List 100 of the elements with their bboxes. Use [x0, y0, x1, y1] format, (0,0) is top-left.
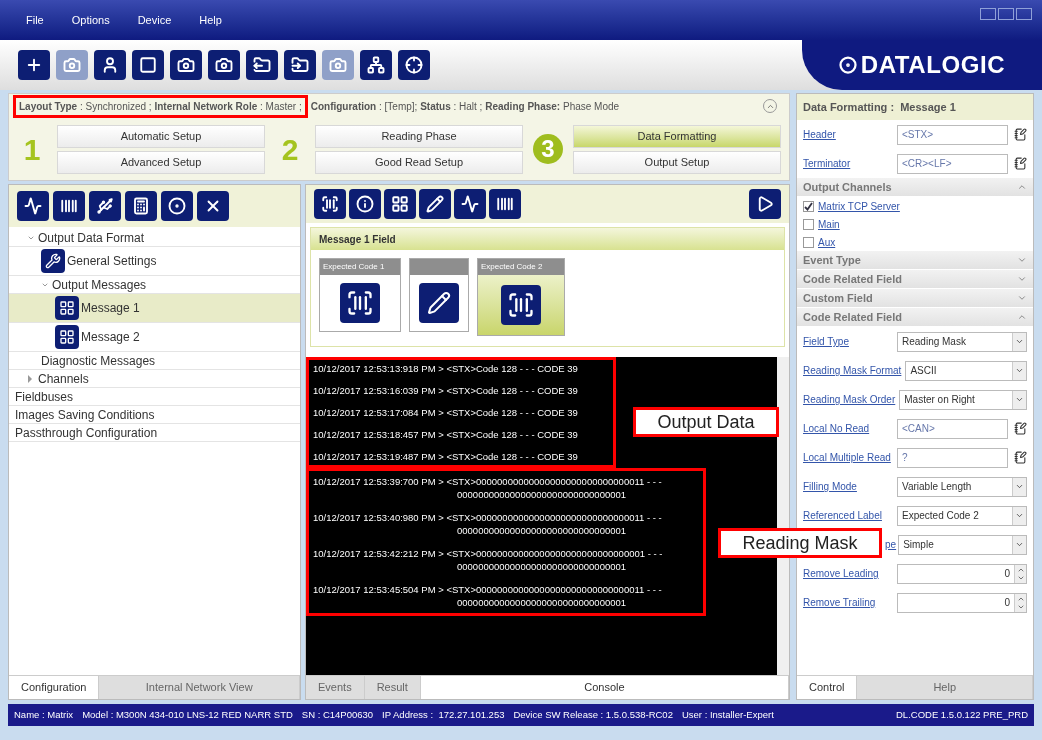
input-field[interactable]: <CR><LF> [897, 153, 1008, 174]
step-number: 3 [533, 134, 563, 164]
info-icon[interactable] [349, 189, 381, 219]
logo-text: DATALOGIC [860, 50, 1006, 80]
tree-label: Output Data Format [38, 229, 145, 247]
pen-icon[interactable] [419, 189, 451, 219]
plug-icon[interactable] [89, 191, 121, 221]
checkbox-label-link[interactable]: Matrix TCP Server [818, 198, 900, 214]
step-button[interactable]: Advanced Setup [57, 150, 265, 174]
camera-icon[interactable] [170, 50, 202, 80]
number-field[interactable]: 0 [897, 563, 1027, 584]
section-header[interactable]: Code Related Field [797, 270, 1033, 289]
folder-icon[interactable] [284, 50, 316, 80]
grid-icon[interactable] [384, 189, 416, 219]
barcode-icon[interactable] [489, 189, 521, 219]
dropdown-field[interactable]: Variable Length [897, 476, 1027, 497]
tree-label: Channels [38, 370, 89, 388]
tree-item[interactable]: Message 2 [9, 323, 300, 352]
step-button[interactable]: Automatic Setup [57, 124, 265, 148]
step-button[interactable]: Good Read Setup [315, 150, 523, 174]
input-field[interactable]: <CAN> [897, 418, 1008, 439]
spinner-arrows-icon[interactable] [1014, 564, 1026, 583]
waveform-icon[interactable] [454, 189, 486, 219]
camera-icon[interactable] [208, 50, 240, 80]
property-label-link[interactable]: Filling Mode [803, 479, 895, 494]
folder-icon[interactable] [246, 50, 278, 80]
menu-item[interactable]: Device [137, 11, 172, 29]
property-label-link[interactable]: Referenced Label [803, 508, 895, 523]
menu-item[interactable]: File [26, 11, 44, 29]
checkbox[interactable] [803, 218, 814, 230]
status-info-text: Layout Type : Synchronized ; Internal Network Role : Master ; [19, 100, 302, 112]
number-field[interactable]: 0 [897, 592, 1027, 613]
dropdown-field[interactable]: Reading Mask [897, 331, 1027, 352]
crosshair-icon[interactable] [398, 50, 430, 80]
barcode-icon [501, 285, 541, 325]
window-icon[interactable] [132, 50, 164, 80]
property-label-link[interactable]: Remove Leading [803, 566, 895, 581]
property-label-link[interactable]: Header [803, 127, 895, 142]
user-icon[interactable] [94, 50, 126, 80]
input-field[interactable]: <STX> [897, 124, 1008, 145]
barcode-icon[interactable] [314, 189, 346, 219]
tab[interactable]: Events [306, 676, 365, 699]
section-header[interactable]: Custom Field [797, 289, 1033, 308]
tab[interactable]: Result [364, 676, 421, 699]
tree-item[interactable]: Message 1 [9, 294, 300, 323]
collapsed-arrow-icon[interactable] [27, 374, 35, 383]
barcode-icon[interactable] [53, 191, 85, 221]
card-label: Expected Code 2 [481, 261, 543, 273]
notepad-icon[interactable] [1014, 157, 1027, 170]
console-line: 10/12/2017 12:53:13:918 PM > <STX>Code 128 - - - CODE 39 [312, 362, 579, 375]
barcode-icon [340, 283, 380, 323]
section-header[interactable]: Output Channels [797, 178, 1033, 197]
tab[interactable]: Help [857, 676, 1033, 699]
checkbox-label-link[interactable]: Aux [818, 234, 836, 250]
dropdown-field[interactable]: Master on Right [899, 389, 1027, 410]
step-button[interactable]: Reading Phase [315, 124, 523, 148]
status-text: Name : Matrix [14, 707, 74, 722]
console-line: 10/12/2017 12:53:39:700 PM > <STX>00000000000000000000000000000011 - - - 00000000000000000000000000000001 [312, 475, 663, 501]
checkbox[interactable] [803, 200, 814, 212]
status-text: DL.CODE 1.5.0.122 PRE_PRD [896, 707, 1028, 722]
window-controls-icon[interactable] [980, 8, 1032, 20]
input-field[interactable]: ? [897, 447, 1008, 468]
spinner-arrows-icon[interactable] [1014, 593, 1026, 612]
checkbox-label-link[interactable]: Main [818, 216, 840, 232]
tab[interactable]: Console [420, 676, 789, 699]
play-icon[interactable] [749, 189, 781, 219]
close-icon[interactable] [197, 191, 229, 221]
field-card[interactable] [409, 258, 469, 332]
property-label-link[interactable]: Local Multiple Read [803, 450, 895, 465]
property-label-link[interactable]: Terminator [803, 156, 895, 171]
step-number: 2 [280, 131, 300, 168]
notepad-icon[interactable] [1014, 128, 1027, 141]
notepad-icon[interactable] [1014, 451, 1027, 464]
section-header[interactable]: Event Type [797, 251, 1033, 270]
add-icon[interactable] [18, 50, 50, 80]
menu-item[interactable]: Help [199, 11, 222, 29]
menu-item[interactable]: Options [71, 11, 110, 29]
property-label-link[interactable]: Reading Mask Order [803, 392, 898, 407]
calculator-icon[interactable] [125, 191, 157, 221]
property-label-link[interactable]: Remove Trailing [803, 595, 895, 610]
tree-item[interactable]: General Settings [9, 247, 300, 276]
step-button[interactable]: Data Formatting [573, 124, 781, 148]
property-label-link[interactable]: Local No Read [803, 421, 895, 436]
tab[interactable]: Control [797, 676, 858, 699]
property-label-link[interactable]: Reading Mask Format [803, 363, 904, 378]
property-label-link[interactable]: pe [885, 537, 897, 552]
section-header[interactable]: Code Related Field [797, 308, 1033, 327]
network-icon[interactable] [360, 50, 392, 80]
tab[interactable]: Configuration [9, 676, 100, 699]
dropdown-field[interactable]: Simple [898, 534, 1027, 555]
notepad-icon[interactable] [1014, 422, 1027, 435]
dropdown-field[interactable]: Expected Code 2 [897, 505, 1027, 526]
waveform-icon[interactable] [17, 191, 49, 221]
checkbox[interactable] [803, 236, 814, 248]
tree-label: Fieldbuses [15, 388, 74, 406]
step-button[interactable]: Output Setup [573, 150, 781, 174]
property-label-link[interactable]: Field Type [803, 334, 895, 349]
logo-mark-icon [838, 56, 857, 74]
tab[interactable]: Internal Network View [99, 676, 300, 699]
dropdown-field[interactable]: ASCII [905, 360, 1027, 381]
